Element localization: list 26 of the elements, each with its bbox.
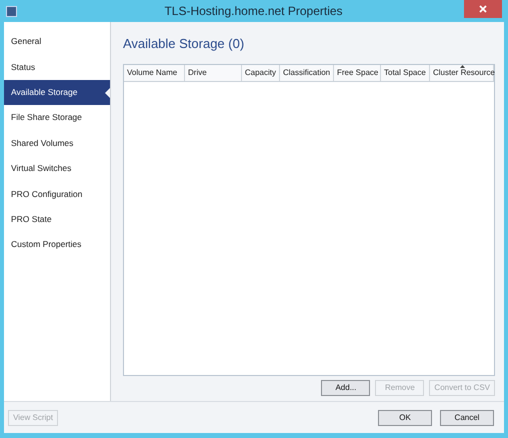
selection-pointer-icon (105, 88, 110, 98)
close-button[interactable] (464, 0, 502, 18)
column-header[interactable]: Cluster Resource (430, 65, 494, 81)
button[interactable]: Add... (321, 380, 370, 396)
button[interactable]: OK (378, 410, 432, 426)
column-header[interactable]: Capacity (242, 65, 280, 81)
sort-arrow-icon (460, 65, 465, 68)
column-header[interactable]: Drive (185, 65, 242, 81)
window-title: TLS-Hosting.home.net Properties (163, 3, 344, 20)
column-header[interactable]: Volume Name (124, 65, 185, 81)
app-icon (6, 6, 17, 16)
sidebar-item[interactable]: File Share Storage (4, 105, 110, 131)
column-header[interactable]: Classification (280, 65, 334, 81)
sidebar-item[interactable]: Shared Volumes (4, 130, 110, 156)
close-icon (479, 5, 487, 13)
sidebar-item[interactable]: Status (4, 54, 110, 80)
sidebar-item[interactable]: Custom Properties (4, 232, 110, 258)
sidebar-item[interactable]: General (4, 29, 110, 54)
column-header[interactable]: Total Space (381, 65, 430, 81)
sidebar-item[interactable]: PRO Configuration (4, 181, 110, 207)
sidebar-item[interactable]: Available Storage (4, 80, 110, 106)
sidebar-item[interactable]: PRO State (4, 206, 110, 232)
column-header[interactable]: Free Space (334, 65, 381, 81)
sidebar-item[interactable]: Virtual Switches (4, 156, 110, 182)
section-heading: Available Storage (0) (123, 35, 246, 53)
button[interactable]: Cancel (440, 410, 494, 426)
